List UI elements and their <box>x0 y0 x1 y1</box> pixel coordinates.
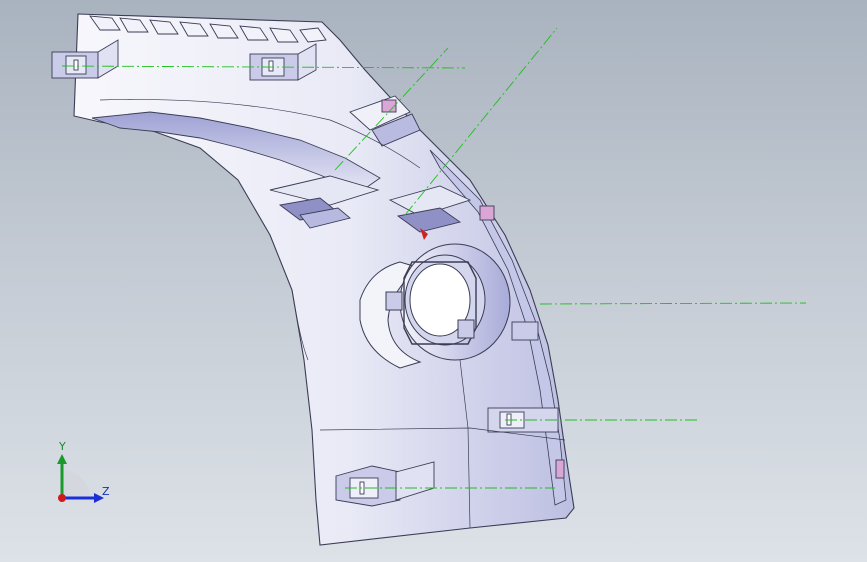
coordinate-triad: Y Z <box>48 440 118 510</box>
y-axis-label: Y <box>59 440 66 453</box>
z-axis-label: Z <box>102 485 110 498</box>
3d-part-model[interactable] <box>0 0 867 562</box>
graphics-viewport[interactable]: Y Z <box>0 0 867 562</box>
